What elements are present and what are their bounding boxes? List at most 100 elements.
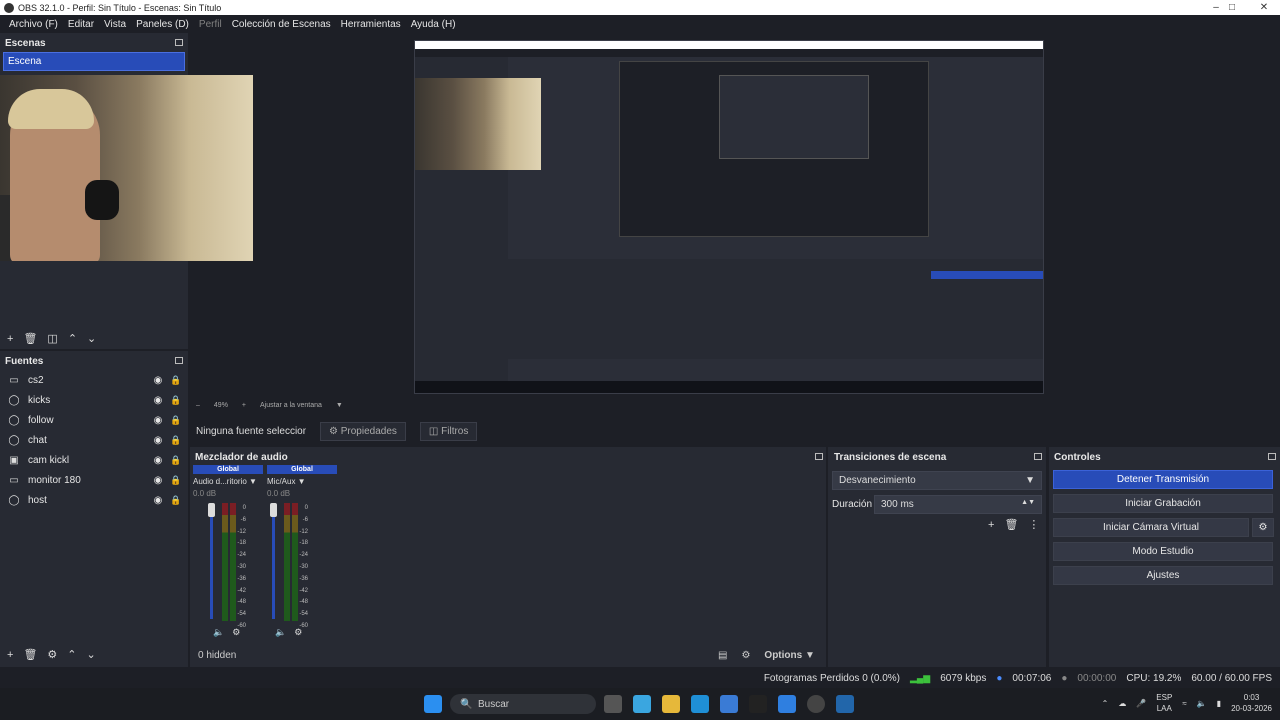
volume-slider-track[interactable] <box>210 505 213 619</box>
speaker-icon[interactable]: 🔈 <box>213 627 224 638</box>
lock-icon[interactable]: 🔒 <box>170 395 181 406</box>
lock-icon[interactable]: 🔒 <box>170 415 181 426</box>
chevron-up-icon[interactable]: ⌃ <box>1102 699 1109 708</box>
eye-icon[interactable]: ◉ <box>152 375 164 386</box>
task-view-icon[interactable] <box>604 695 622 713</box>
store-icon[interactable] <box>720 695 738 713</box>
filters-button[interactable]: ◫ Filtros <box>419 421 478 441</box>
lock-icon[interactable]: 🔒 <box>170 475 181 486</box>
channel-name[interactable]: Mic/Aux ▼ <box>267 477 337 486</box>
lock-icon[interactable]: 🔒 <box>170 435 181 446</box>
menu-herramientas[interactable]: Herramientas <box>336 19 406 30</box>
speaker-icon[interactable]: 🔈 <box>275 627 286 638</box>
menu-archivo[interactable]: Archivo (F) <box>4 19 63 30</box>
taskbar-search[interactable]: 🔍 Buscar <box>450 694 596 714</box>
close-button[interactable]: ✕ <box>1248 0 1280 15</box>
volume-slider-knob[interactable] <box>270 503 277 517</box>
preview-canvas[interactable] <box>414 40 1044 394</box>
add-transition-icon[interactable]: + <box>988 519 994 531</box>
volume-slider-track[interactable] <box>272 505 275 619</box>
browser-taskbar-icon[interactable] <box>836 695 854 713</box>
dock-float-icon[interactable] <box>175 39 183 46</box>
options-button[interactable]: Options ▼ <box>764 650 814 661</box>
remove-scene-icon[interactable]: 🗑 <box>23 332 37 345</box>
start-recording-button[interactable]: Iniciar Grabación <box>1053 494 1273 513</box>
eye-icon[interactable]: ◉ <box>152 415 164 426</box>
menu-perfil[interactable]: Perfil <box>194 19 227 30</box>
start-virtual-camera-button[interactable]: Iniciar Cámara Virtual <box>1053 518 1249 537</box>
transition-select[interactable]: Desvanecimiento ▼ <box>832 471 1042 490</box>
folder-icon[interactable] <box>662 695 680 713</box>
dock-float-icon[interactable] <box>175 357 183 364</box>
volume-slider-knob[interactable] <box>208 503 215 517</box>
add-source-icon[interactable]: + <box>7 649 13 661</box>
mic-icon[interactable]: 🎤 <box>1136 699 1146 708</box>
remove-transition-icon[interactable]: 🗑 <box>1004 518 1018 531</box>
cloud-icon[interactable]: ☁ <box>1118 699 1126 708</box>
chevron-down-icon[interactable]: ▼ <box>336 402 343 409</box>
gear-icon[interactable]: ⚙ <box>741 650 750 661</box>
hidden-count[interactable]: 0 hidden <box>198 650 718 661</box>
edge-icon[interactable] <box>691 695 709 713</box>
move-down-icon[interactable]: ⌄ <box>87 648 96 661</box>
source-item[interactable]: ◯ follow ◉ 🔒 <box>0 410 188 430</box>
source-item[interactable]: ◯ chat ◉ 🔒 <box>0 430 188 450</box>
bolt-app-icon[interactable] <box>749 695 767 713</box>
battery-icon[interactable]: ▮ <box>1217 699 1221 708</box>
obs-taskbar-icon[interactable] <box>807 695 825 713</box>
gear-icon[interactable]: ⚙ <box>232 627 240 638</box>
settings-button[interactable]: Ajustes <box>1053 566 1273 585</box>
source-item[interactable]: ◯ kicks ◉ 🔒 <box>0 390 188 410</box>
lock-icon[interactable]: 🔒 <box>170 375 181 386</box>
source-item[interactable]: ◯ host ◉ 🔒 <box>0 490 188 510</box>
wifi-icon[interactable]: ≈ <box>1182 699 1186 708</box>
add-scene-icon[interactable]: + <box>7 333 13 345</box>
menu-vista[interactable]: Vista <box>99 19 131 30</box>
menu-coleccion[interactable]: Colección de Escenas <box>227 19 336 30</box>
volume-icon[interactable]: 🔈 <box>1197 699 1207 708</box>
gear-icon[interactable]: ⚙ <box>1252 518 1274 537</box>
source-name: monitor 180 <box>28 474 81 486</box>
source-item[interactable]: ▭ cs2 ◉ 🔒 <box>0 370 188 390</box>
gear-icon[interactable]: ⚙ <box>47 648 57 661</box>
dock-float-icon[interactable] <box>1268 453 1276 460</box>
windows-start-icon[interactable] <box>424 695 442 713</box>
more-options-icon[interactable]: ⋮ <box>1028 518 1039 531</box>
eye-icon[interactable]: ◉ <box>152 495 164 506</box>
scene-item[interactable]: Escena <box>3 52 185 71</box>
system-tray: ⌃ ☁ 🎤 ESP LAA ≈ 🔈 ▮ 0:03 20-03-2026 <box>1102 692 1272 714</box>
dock-float-icon[interactable] <box>1034 453 1042 460</box>
menu-paneles[interactable]: Paneles (D) <box>131 19 194 30</box>
move-up-icon[interactable]: ⌃ <box>68 332 77 345</box>
stop-stream-button[interactable]: Detener Transmisión <box>1053 470 1273 489</box>
move-up-icon[interactable]: ⌃ <box>67 648 76 661</box>
dock-float-icon[interactable] <box>815 453 823 460</box>
properties-button[interactable]: ⚙ Propiedades <box>320 421 406 441</box>
eye-icon[interactable]: ◉ <box>152 475 164 486</box>
studio-mode-button[interactable]: Modo Estudio <box>1053 542 1273 561</box>
clock[interactable]: 0:03 20-03-2026 <box>1231 692 1272 714</box>
remove-source-icon[interactable]: 🗑 <box>23 648 37 661</box>
move-down-icon[interactable]: ⌄ <box>87 332 96 345</box>
channel-name[interactable]: Audio d...ritorio ▼ <box>193 477 263 486</box>
source-item[interactable]: ▣ cam kickl ◉ 🔒 <box>0 450 188 470</box>
source-item[interactable]: ▭ monitor 180 ◉ 🔒 <box>0 470 188 490</box>
language-indicator[interactable]: ESP LAA <box>1156 692 1172 714</box>
menu-ayuda[interactable]: Ayuda (H) <box>406 19 461 30</box>
eye-icon[interactable]: ◉ <box>152 455 164 466</box>
outlook-icon[interactable] <box>778 695 796 713</box>
duration-input[interactable]: 300 ms ▲▼ <box>874 495 1042 514</box>
zoom-out-icon[interactable]: – <box>196 402 200 409</box>
eye-icon[interactable]: ◉ <box>152 435 164 446</box>
maximize-button[interactable]: □ <box>1216 0 1248 15</box>
layout-icon[interactable]: ▤ <box>718 650 727 661</box>
eye-icon[interactable]: ◉ <box>152 395 164 406</box>
zoom-in-icon[interactable]: + <box>242 402 246 409</box>
copilot-icon[interactable] <box>633 695 651 713</box>
fit-window-label[interactable]: Ajustar a la ventana <box>260 402 322 409</box>
lock-icon[interactable]: 🔒 <box>170 495 181 506</box>
lock-icon[interactable]: 🔒 <box>170 455 181 466</box>
menu-editar[interactable]: Editar <box>63 19 99 30</box>
scene-filters-icon[interactable]: ◫ <box>47 332 57 345</box>
gear-icon[interactable]: ⚙ <box>294 627 302 638</box>
